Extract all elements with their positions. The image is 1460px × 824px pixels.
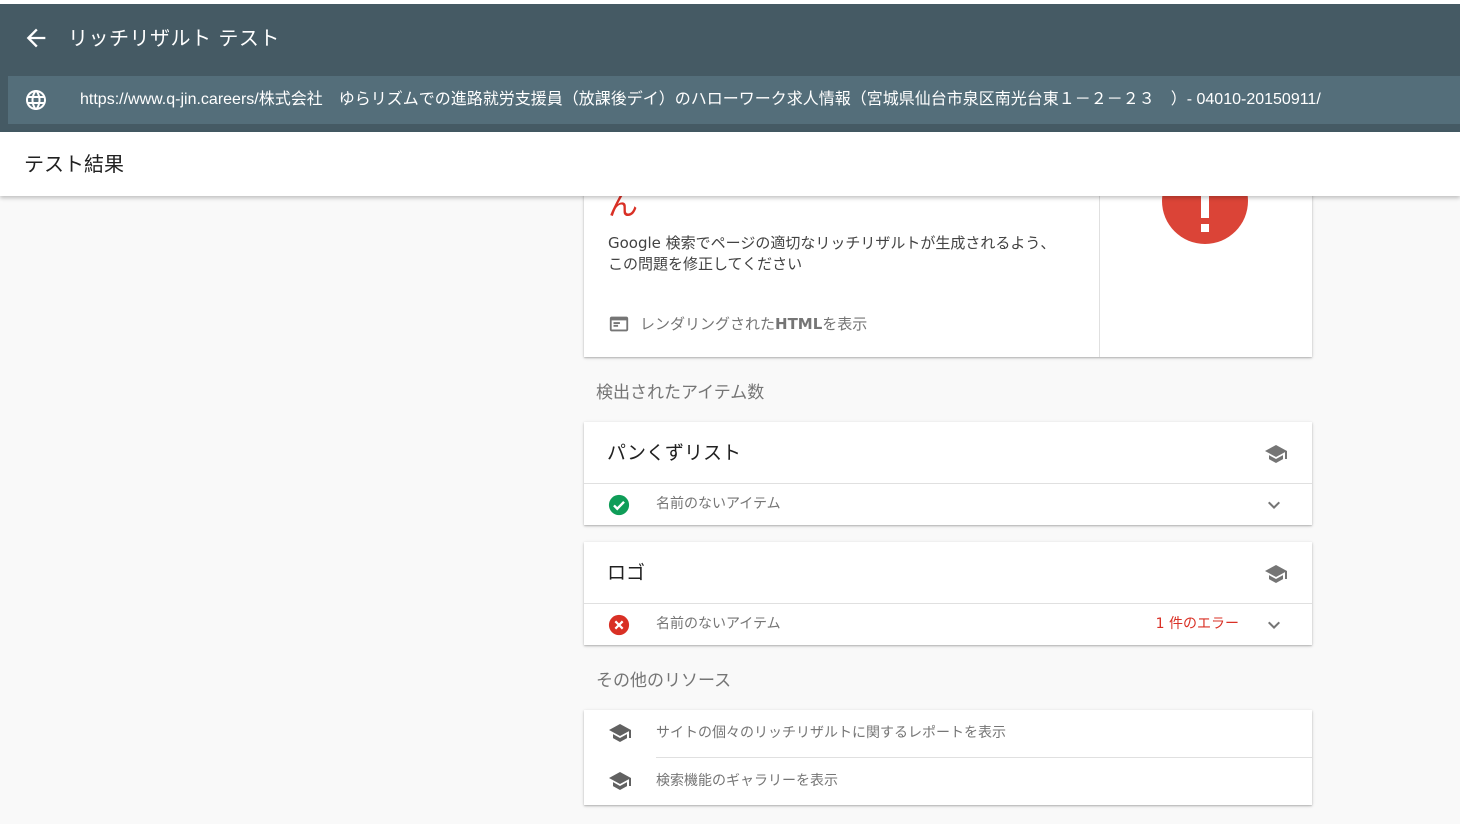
item-row[interactable]: 名前のないアイテム 1 件のエラー [584,605,1312,645]
school-cap-icon [609,772,631,790]
render-link-bold: HTML [775,315,823,333]
item-type-name: ロゴ [607,562,646,584]
school-cap-icon[interactable] [1264,442,1288,466]
render-link-prefix: レンダリングされた [640,315,776,333]
school-cap-icon[interactable] [1264,562,1288,586]
app-title: リッチリザルト テスト [68,26,280,50]
item-row[interactable]: 名前のないアイテム [584,485,1312,525]
item-row-label: 名前のないアイテム [656,496,781,512]
summary-description: Google 検索でページの適切なリッチリザルトが生成されるよう、この問題を修正… [608,234,1056,273]
resource-link-report[interactable]: サイトの個々のリッチリザルトに関するレポートを表示 [584,710,1312,757]
detected-item-card-breadcrumb: パンくずリスト 名前のないアイテム [584,422,1312,525]
detected-items-label: 検出されたアイテム数 [596,383,765,403]
chevron-down-icon[interactable] [1262,493,1286,517]
view-rendered-html-link[interactable]: レンダリングされた HTML を表示 [608,312,867,336]
results-header: テスト結果 [0,132,1460,196]
error-count: 1 件のエラー [1155,616,1239,632]
globe-icon [26,90,46,110]
back-arrow-icon[interactable] [22,24,50,52]
check-circle-icon [608,494,630,516]
results-title: テスト結果 [24,152,124,176]
item-row-label: 名前のないアイテム [656,616,781,632]
item-card-header: ロゴ [584,542,1312,604]
error-circle-icon [608,614,630,636]
detected-item-card-logo: ロゴ 名前のないアイテム 1 件のエラー [584,542,1312,645]
resource-link-gallery[interactable]: 検索機能のギャラリーを表示 [584,758,1312,805]
other-resources-label: その他のリソース [596,671,732,691]
school-cap-icon [609,724,631,742]
item-card-header: パンくずリスト [584,422,1312,484]
resource-link-label: 検索機能のギャラリーを表示 [656,773,838,789]
item-type-name: パンくずリスト [607,442,741,464]
resource-link-label: サイトの個々のリッチリザルトに関するレポートを表示 [656,725,1006,741]
browser-window-icon [609,316,629,332]
render-link-suffix: を表示 [822,315,868,333]
app-bar: リッチリザルト テスト https://www.q-jin.careers/株式… [0,4,1460,132]
tested-url: https://www.q-jin.careers/株式会社 ゆらリズムでの進路… [80,91,1321,108]
tested-url-bar: https://www.q-jin.careers/株式会社 ゆらリズムでの進路… [8,76,1460,124]
chevron-down-icon[interactable] [1262,613,1286,637]
other-resources-card: サイトの個々のリッチリザルトに関するレポートを表示 検索機能のギャラリーを表示 [584,710,1312,805]
